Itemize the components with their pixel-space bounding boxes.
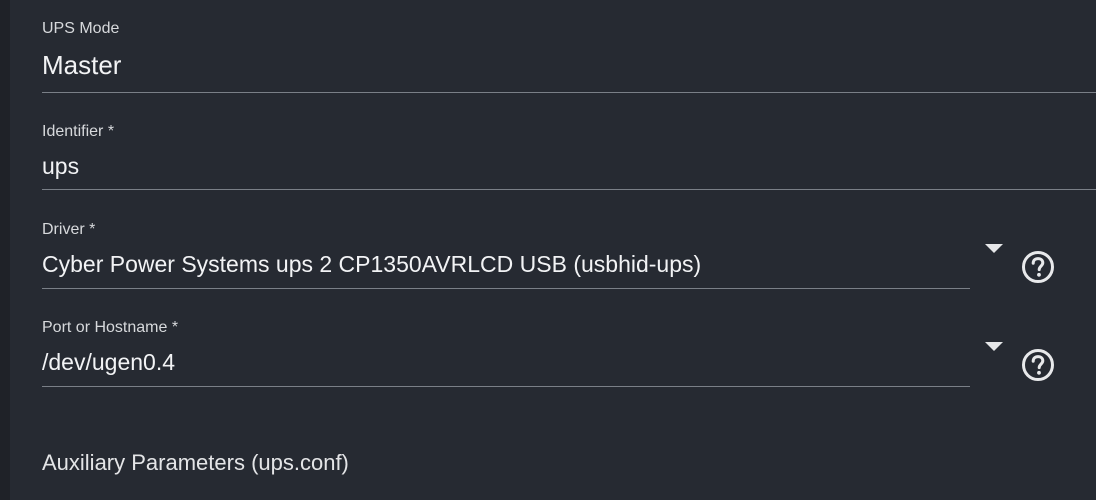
identifier-label: Identifier *	[42, 123, 115, 140]
driver-help-icon[interactable]	[1021, 250, 1055, 284]
port-help-icon[interactable]	[1021, 348, 1055, 382]
identifier-input[interactable]: ups	[42, 153, 79, 180]
port-chevron-down-icon[interactable]	[985, 342, 1003, 351]
ups-mode-underline	[42, 92, 1096, 93]
ups-mode-field[interactable]: UPS Mode Master	[42, 0, 1096, 95]
port-select-value[interactable]: /dev/ugen0.4	[42, 349, 175, 376]
side-panel-edge	[0, 0, 10, 500]
ups-mode-label: UPS Mode	[42, 20, 120, 37]
port-field[interactable]: Port or Hostname * /dev/ugen0.4	[42, 314, 970, 390]
driver-chevron-down-icon[interactable]	[985, 244, 1003, 253]
driver-field[interactable]: Driver * Cyber Power Systems ups 2 CP135…	[42, 216, 970, 292]
ups-mode-value[interactable]: Master	[42, 50, 121, 81]
identifier-underline	[42, 189, 1096, 190]
driver-select-value[interactable]: Cyber Power Systems ups 2 CP1350AVRLCD U…	[42, 251, 701, 278]
driver-label: Driver *	[42, 221, 96, 238]
driver-underline	[42, 288, 970, 289]
port-underline	[42, 386, 970, 387]
identifier-field[interactable]: Identifier * ups	[42, 118, 1096, 193]
auxiliary-parameters-title: Auxiliary Parameters (ups.conf)	[42, 450, 349, 475]
port-label: Port or Hostname *	[42, 319, 179, 336]
ups-settings-form: UPS Mode Master Identifier * ups Driver …	[0, 0, 1096, 500]
